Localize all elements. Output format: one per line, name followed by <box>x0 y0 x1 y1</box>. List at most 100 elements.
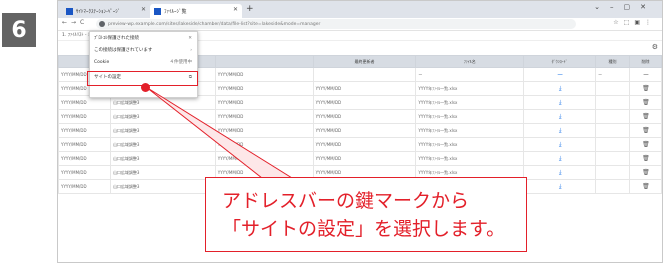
table-cell: YYYY/MM/DD <box>312 81 417 96</box>
download-icon[interactable]: ⤓ <box>523 109 597 124</box>
table-cell: YYYY/MM/DD <box>214 151 314 166</box>
column-header[interactable]: 最終更新者 <box>312 55 417 68</box>
file-link[interactable]: YYYY年ﾌｧｲﾙ一覧.xlsx <box>415 151 525 166</box>
favicon-icon <box>66 7 73 15</box>
table-cell: YYYY/MM/DD <box>58 137 111 152</box>
table-cell: ー <box>415 67 525 82</box>
table-cell: YYYY/MM/DD <box>58 123 111 138</box>
table-cell: 山口広域調整3 <box>109 137 216 152</box>
table-cell <box>595 151 630 166</box>
delete-icon[interactable]: 🗑 <box>628 123 662 138</box>
table-cell: YYYY/MM/DD <box>58 109 111 124</box>
table-cell: YYYY/MM/DD <box>214 109 314 124</box>
address-bar: ←→C preview-wp.example.com/sites/lakesid… <box>58 18 662 31</box>
navigation-icons[interactable]: ←→C <box>62 19 88 26</box>
tab-label: ｻｲﾄﾏｰｸｽﾃｰｼｮﾝ-ﾍﾟｰｼﾞ <box>76 8 121 15</box>
table-cell: YYYY/MM/DD <box>214 81 314 96</box>
table-cell: YYYY/MM/DD <box>312 123 417 138</box>
table-cell: YYYY/MM/DD <box>58 179 111 194</box>
delete-icon[interactable]: 🗑 <box>628 95 662 110</box>
table-cell <box>595 165 630 180</box>
table-cell: YYYY/MM/DD <box>312 137 417 152</box>
popup-item-value: ４件使用中 <box>169 60 193 65</box>
delete-icon[interactable]: 🗑 <box>628 81 662 96</box>
column-header[interactable]: 削除 <box>628 55 662 68</box>
column-header[interactable]: ﾌｧｲﾙ名 <box>415 55 525 68</box>
column-header[interactable]: 種別 <box>595 55 630 68</box>
site-info-lock-icon[interactable] <box>99 21 105 27</box>
step-number-badge: 6 <box>2 13 36 47</box>
close-icon[interactable]: ✕ <box>188 36 192 41</box>
table-cell: YYYY/MM/DD <box>312 109 417 124</box>
popup-item-connection[interactable]: この接続は保護されています › <box>90 44 197 56</box>
popup-item-label: Cookie <box>94 59 110 65</box>
table-cell: 山口広域調整3 <box>109 123 216 138</box>
table-cell: ー <box>523 67 597 82</box>
table-cell <box>595 81 630 96</box>
table-row: YYYY/MM/DD 山口広域調整3 YYYY/MM/DD YYYY/MM/DD… <box>58 151 662 166</box>
browser-tab-2[interactable]: ﾌｧｲﾙｰｼﾞ覧 ✕ <box>150 4 242 18</box>
table-cell <box>595 123 630 138</box>
close-icon[interactable]: ✕ <box>141 6 146 13</box>
download-icon[interactable]: ⤓ <box>523 165 597 180</box>
table-cell: YYYY/MM/DD <box>214 123 314 138</box>
download-icon[interactable]: ⤓ <box>523 123 597 138</box>
callout-line-2: 「サイトの設定」を選択します。 <box>222 217 506 240</box>
popup-item-label: ﾌﾟﾛﾄｺﾙ保護された接続 <box>94 36 139 41</box>
file-link[interactable]: YYYY年ﾌｧｲﾙ一覧.xlsx <box>415 81 525 96</box>
file-link[interactable]: YYYY年ﾌｧｲﾙ一覧.xlsx <box>415 95 525 110</box>
column-header[interactable]: ﾀﾞｳﾝﾛｰﾄﾞ <box>523 55 597 68</box>
table-cell <box>595 137 630 152</box>
tab-label: ﾌｧｲﾙｰｼﾞ覧 <box>164 8 187 15</box>
table-cell <box>595 95 630 110</box>
instruction-callout: アドレスバーの鍵マークから 「サイトの設定」を選択します。 <box>205 177 527 252</box>
pointer-dot <box>141 83 150 92</box>
table-cell <box>312 67 417 82</box>
delete-icon[interactable]: 🗑 <box>628 109 662 124</box>
download-icon[interactable]: ⤓ <box>523 179 597 194</box>
table-cell: YYYY/MM/DD <box>312 95 417 110</box>
table-cell: 山口広域調整3 <box>109 179 216 194</box>
table-cell: YYYY/MM/DD <box>58 151 111 166</box>
table-cell <box>595 179 630 194</box>
file-link[interactable]: YYYY年ﾌｧｲﾙ一覧.xlsx <box>415 109 525 124</box>
chevron-right-icon: › <box>190 47 192 53</box>
close-icon[interactable]: ✕ <box>233 6 238 13</box>
file-link[interactable]: YYYY年ﾌｧｲﾙ一覧.xlsx <box>415 137 525 152</box>
file-link[interactable]: YYYY年ﾌｧｲﾙ一覧.xlsx <box>415 123 525 138</box>
column-header[interactable] <box>214 55 314 68</box>
table-cell: YYYY/MM/DD <box>214 137 314 152</box>
table-cell: ー <box>595 67 630 82</box>
window-controls[interactable]: ⌄–▢✕ <box>594 3 656 11</box>
table-row: YYYY/MM/DD 山口広域調整3 YYYY/MM/DD YYYY/MM/DD… <box>58 123 662 138</box>
table-cell: ー <box>628 67 662 82</box>
url-input[interactable]: preview-wp.example.com/sites/lakeside/ch… <box>96 19 576 29</box>
delete-icon[interactable]: 🗑 <box>628 137 662 152</box>
new-tab-icon[interactable]: + <box>246 4 254 14</box>
download-icon[interactable]: ⤓ <box>523 151 597 166</box>
toolbar-icons[interactable]: ☆⬚▣⋮ <box>613 19 656 26</box>
download-icon[interactable]: ⤓ <box>523 137 597 152</box>
table-row: YYYY/MM/DD 山口広域調整3 YYYY/MM/DD YYYY/MM/DD… <box>58 109 662 124</box>
browser-tab-1[interactable]: ｻｲﾄﾏｰｸｽﾃｰｼｮﾝ-ﾍﾟｰｼﾞ ✕ <box>62 4 150 18</box>
delete-icon[interactable]: 🗑 <box>628 165 662 180</box>
popup-item-label: この接続は保護されています <box>94 48 153 53</box>
table-cell: YYYY/MM/DD <box>58 165 111 180</box>
table-cell: 山口広域調整3 <box>109 165 216 180</box>
table-cell: YYYY/MM/DD <box>214 67 314 82</box>
table-cell: YYYY/MM/DD <box>312 151 417 166</box>
popup-item-protocol[interactable]: ﾌﾟﾛﾄｺﾙ保護された接続 ✕ <box>90 32 197 44</box>
table-cell: YYYY/MM/DD <box>214 95 314 110</box>
table-cell: 山口広域調整3 <box>109 109 216 124</box>
delete-icon[interactable]: 🗑 <box>628 151 662 166</box>
callout-line-1: アドレスバーの鍵マークから <box>222 189 470 212</box>
popup-item-cookie[interactable]: Cookie ４件使用中 <box>90 56 197 68</box>
tab-bar: ｻｲﾄﾏｰｸｽﾃｰｼｮﾝ-ﾍﾟｰｼﾞ ✕ ﾌｧｲﾙｰｼﾞ覧 ✕ + ⌄–▢✕ <box>58 1 662 18</box>
table-cell: 山口広域調整3 <box>109 151 216 166</box>
download-icon[interactable]: ⤓ <box>523 81 597 96</box>
table-cell <box>595 109 630 124</box>
download-icon[interactable]: ⤓ <box>523 95 597 110</box>
gear-icon[interactable]: ⚙ <box>652 43 658 51</box>
favicon-icon <box>154 7 161 15</box>
delete-icon[interactable]: 🗑 <box>628 179 662 194</box>
